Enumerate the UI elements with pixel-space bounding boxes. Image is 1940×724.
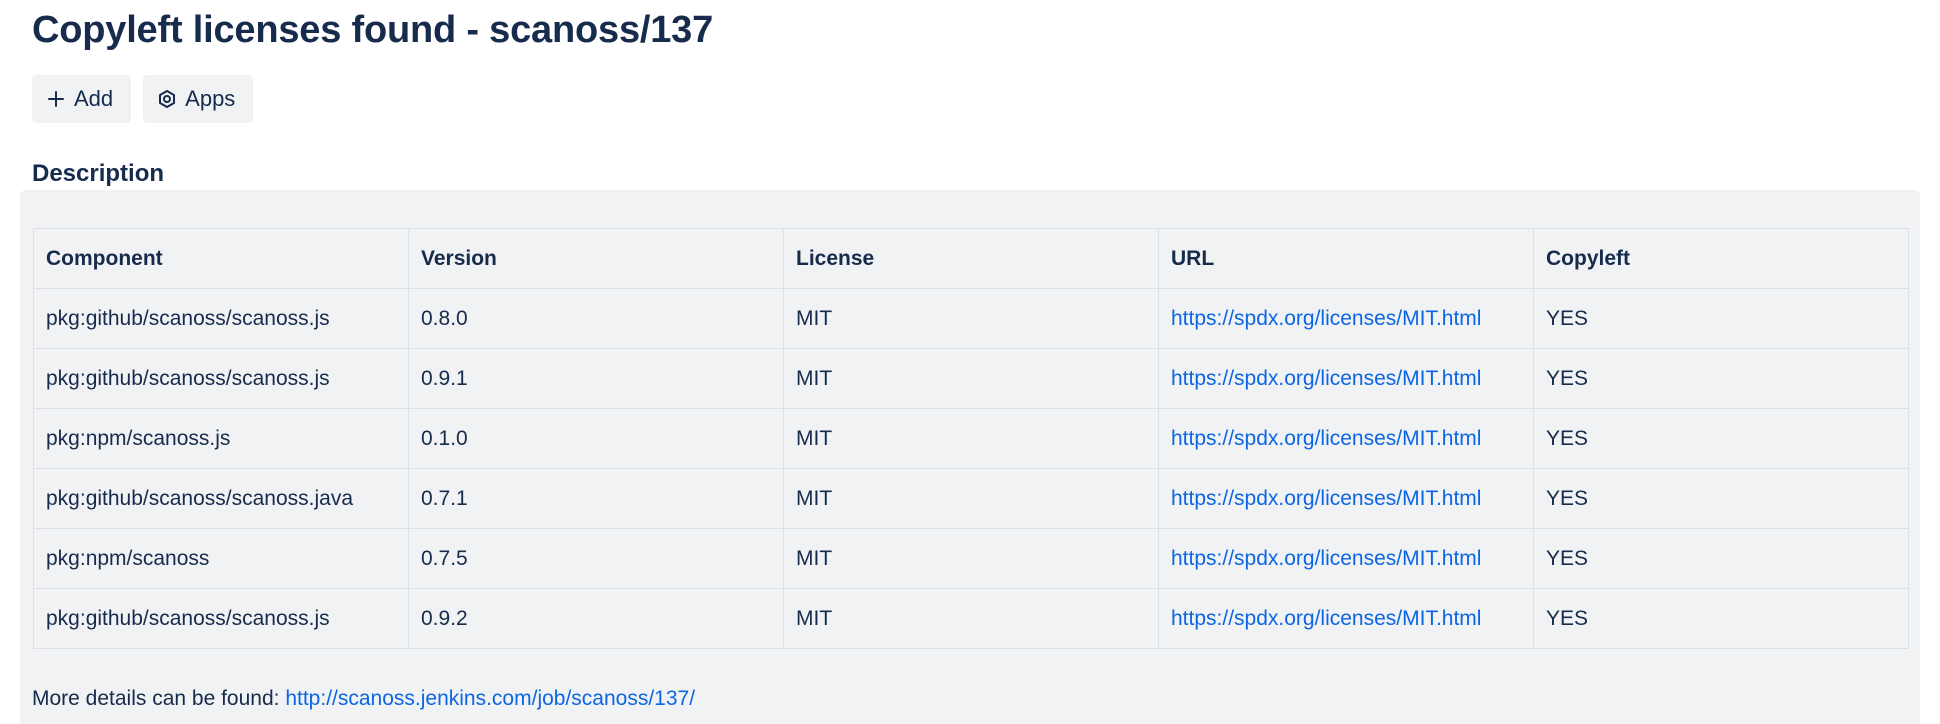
url-cell: https://spdx.org/licenses/MIT.html [1158, 528, 1534, 589]
table-row: pkg:github/scanoss/scanoss.js 0.9.1 MIT … [33, 348, 1909, 409]
license-url-link[interactable]: https://spdx.org/licenses/MIT.html [1171, 427, 1481, 450]
version-cell: 0.8.0 [408, 288, 784, 349]
more-details-note: More details can be found: http://scanos… [32, 684, 695, 714]
component-cell: pkg:npm/scanoss [33, 528, 409, 589]
table-header-row: Component Version License URL Copyleft [33, 228, 1909, 289]
copyleft-cell: YES [1533, 528, 1909, 589]
toolbar: Add Apps [32, 75, 254, 123]
component-cell: pkg:github/scanoss/scanoss.js [33, 288, 409, 349]
copyleft-cell: YES [1533, 408, 1909, 469]
component-cell: pkg:npm/scanoss.js [33, 408, 409, 469]
component-cell: pkg:github/scanoss/scanoss.js [33, 588, 409, 649]
add-button[interactable]: Add [32, 75, 132, 123]
component-cell: pkg:github/scanoss/scanoss.js [33, 348, 409, 409]
copyleft-cell: YES [1533, 348, 1909, 409]
copyleft-cell: YES [1533, 288, 1909, 349]
version-cell: 0.7.5 [408, 528, 784, 589]
license-url-link[interactable]: https://spdx.org/licenses/MIT.html [1171, 307, 1481, 330]
license-cell: MIT [783, 468, 1159, 529]
version-cell: 0.9.1 [408, 348, 784, 409]
copyleft-cell: YES [1533, 468, 1909, 529]
page: Copyleft licenses found - scanoss/137 Ad… [0, 0, 1940, 724]
license-cell: MIT [783, 588, 1159, 649]
license-cell: MIT [783, 288, 1159, 349]
url-cell: https://spdx.org/licenses/MIT.html [1158, 408, 1534, 469]
column-header-version: Version [408, 228, 784, 289]
table-row: pkg:github/scanoss/scanoss.js 0.9.2 MIT … [33, 588, 1909, 649]
apps-button[interactable]: Apps [143, 75, 254, 123]
add-button-label: Add [74, 86, 114, 111]
more-details-prefix: More details can be found: [32, 687, 286, 710]
copyleft-cell: YES [1533, 588, 1909, 649]
licenses-table: Component Version License URL Copyleft p… [33, 228, 1909, 649]
license-url-link[interactable]: https://spdx.org/licenses/MIT.html [1171, 547, 1481, 570]
license-url-link[interactable]: https://spdx.org/licenses/MIT.html [1171, 487, 1481, 510]
license-cell: MIT [783, 528, 1159, 589]
apps-button-label: Apps [185, 86, 236, 111]
url-cell: https://spdx.org/licenses/MIT.html [1158, 588, 1534, 649]
license-url-link[interactable]: https://spdx.org/licenses/MIT.html [1171, 367, 1481, 390]
table-row: pkg:npm/scanoss 0.7.5 MIT https://spdx.o… [33, 528, 1909, 589]
version-cell: 0.1.0 [408, 408, 784, 469]
column-header-copyleft: Copyleft [1533, 228, 1909, 289]
column-header-component: Component [33, 228, 409, 289]
jenkins-job-link[interactable]: http://scanoss.jenkins.com/job/scanoss/1… [285, 687, 695, 710]
url-cell: https://spdx.org/licenses/MIT.html [1158, 348, 1534, 409]
plus-icon [48, 91, 64, 107]
table-row: pkg:github/scanoss/scanoss.js 0.8.0 MIT … [33, 288, 1909, 349]
component-cell: pkg:github/scanoss/scanoss.java [33, 468, 409, 529]
version-cell: 0.7.1 [408, 468, 784, 529]
column-header-url: URL [1158, 228, 1534, 289]
url-cell: https://spdx.org/licenses/MIT.html [1158, 468, 1534, 529]
version-cell: 0.9.2 [408, 588, 784, 649]
column-header-license: License [783, 228, 1159, 289]
hexagon-gear-icon [159, 90, 176, 108]
table-row: pkg:github/scanoss/scanoss.java 0.7.1 MI… [33, 468, 1909, 529]
license-cell: MIT [783, 348, 1159, 409]
description-heading: Description [32, 160, 165, 187]
url-cell: https://spdx.org/licenses/MIT.html [1158, 288, 1534, 349]
description-panel: Component Version License URL Copyleft p… [20, 190, 1920, 724]
license-url-link[interactable]: https://spdx.org/licenses/MIT.html [1171, 607, 1481, 630]
page-title: Copyleft licenses found - scanoss/137 [32, 9, 714, 51]
license-cell: MIT [783, 408, 1159, 469]
table-row: pkg:npm/scanoss.js 0.1.0 MIT https://spd… [33, 408, 1909, 469]
